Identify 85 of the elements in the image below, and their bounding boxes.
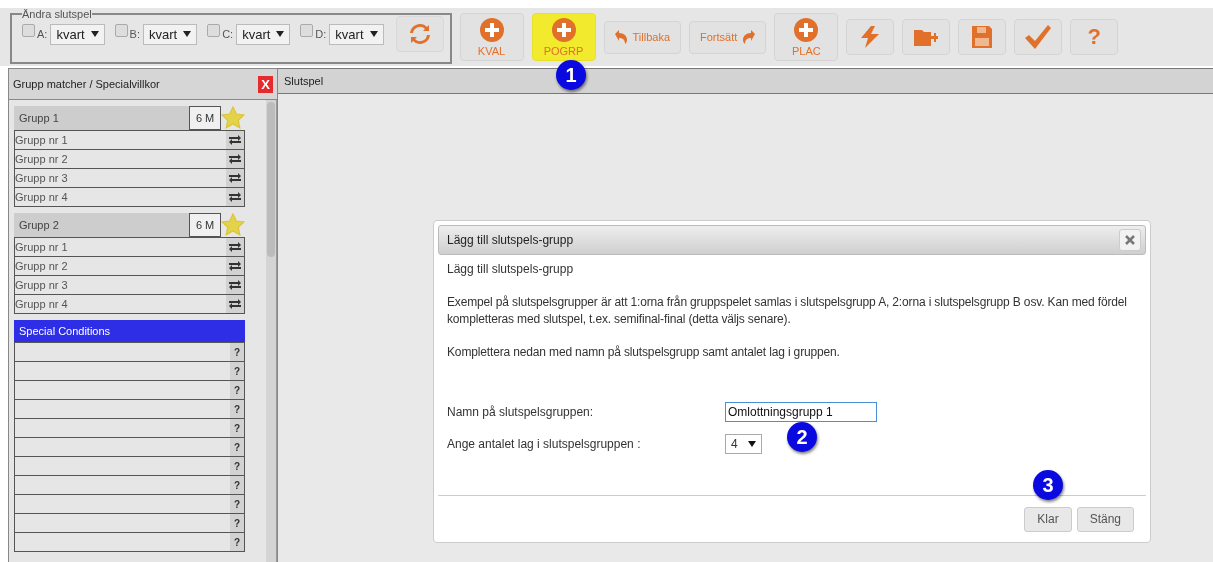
- done-button[interactable]: Klar: [1024, 506, 1072, 532]
- help-button[interactable]: ?: [230, 381, 245, 399]
- description-text: Komplettera nedan med namn på slutspelsgrupp samt antalet lag i gruppen.: [447, 344, 841, 361]
- slot-label: B:: [129, 28, 140, 40]
- close-button[interactable]: [1119, 229, 1141, 251]
- team-count-select[interactable]: 4: [725, 434, 762, 454]
- fieldset-legend: Ändra slutspel: [22, 8, 92, 20]
- swap-icon[interactable]: [229, 242, 242, 252]
- help-button[interactable]: ?: [230, 438, 245, 456]
- folder-plus-icon: [914, 28, 939, 46]
- panel-title: Grupp matcher / Specialvillkor: [13, 78, 160, 90]
- dialog-subtitle: Lägg till slutspels-grupp: [447, 261, 575, 278]
- round-select[interactable]: kvart: [143, 23, 198, 45]
- refresh-button[interactable]: [395, 16, 444, 52]
- help-button[interactable]: ?: [230, 343, 245, 361]
- group-row-label: Grupp nr 2: [15, 152, 68, 167]
- swap-icon[interactable]: [229, 280, 242, 290]
- round-select[interactable]: kvart: [50, 23, 105, 45]
- help-button[interactable]: ?: [230, 514, 245, 532]
- group-row-label: Grupp nr 1: [15, 133, 68, 148]
- save-button[interactable]: [958, 19, 1007, 55]
- help-button[interactable]: ?: [230, 495, 245, 513]
- plus-icon: [479, 17, 504, 42]
- special-conditions-header: Special Conditions: [14, 320, 246, 343]
- swap-icon[interactable]: [229, 154, 242, 164]
- group-row[interactable]: Grupp nr 4: [14, 295, 246, 314]
- description-text: Exempel på slutspelsgrupper är att 1:orna från gruppspelet samlas i slutspelsgrupp A, 2:orna i slutspelsgrupp B osv. Kan med fördel kompletteras med slutspel, t.ex. semifinal-final (detta väljs senare).: [447, 294, 1128, 328]
- group-row[interactable]: Grupp nr 2: [14, 257, 246, 276]
- plus-icon: [794, 17, 819, 42]
- swap-icon[interactable]: [229, 135, 242, 145]
- slot-label: D:: [315, 28, 327, 40]
- confirm-button[interactable]: [1014, 19, 1063, 55]
- help-button[interactable]: ?: [230, 457, 245, 475]
- group-row[interactable]: Grupp nr 4: [14, 188, 246, 207]
- close-icon: [1125, 235, 1135, 245]
- refresh-icon: [408, 24, 431, 44]
- help-button[interactable]: ?: [230, 476, 245, 494]
- panel-title: Slutspel: [284, 75, 324, 87]
- checkmark-icon: [1025, 25, 1052, 49]
- close-button[interactable]: X: [258, 75, 273, 93]
- slot-label: A:: [37, 28, 48, 40]
- checkbox[interactable]: [207, 23, 221, 37]
- group-row-label: Grupp nr 4: [15, 297, 68, 312]
- match-count: 6 M: [189, 213, 222, 237]
- group-header[interactable]: Grupp 1: [14, 106, 190, 130]
- group-row-label: Grupp nr 1: [15, 240, 68, 255]
- help-button[interactable]: ?: [230, 362, 245, 380]
- help-button[interactable]: ?: [230, 419, 245, 437]
- group-row-label: Grupp nr 4: [15, 190, 68, 205]
- star-icon[interactable]: [221, 213, 246, 237]
- round-select[interactable]: kvart: [236, 23, 291, 45]
- group-header[interactable]: Grupp 2: [14, 213, 190, 237]
- scrollbar[interactable]: [266, 100, 277, 562]
- help-button[interactable]: ?: [230, 533, 245, 551]
- checkbox[interactable]: [114, 23, 128, 37]
- lightning-icon: [861, 26, 880, 48]
- star-icon[interactable]: [221, 106, 246, 130]
- group-row[interactable]: Grupp nr 1: [14, 130, 246, 150]
- checkbox[interactable]: [300, 23, 314, 37]
- group-row[interactable]: Grupp nr 3: [14, 276, 246, 295]
- plus-icon: [551, 17, 576, 42]
- match-count: 6 M: [189, 106, 222, 130]
- swap-icon[interactable]: [229, 192, 242, 202]
- lightning-button[interactable]: [846, 19, 895, 55]
- field-label: Ange antalet lag i slutspelsgruppen :: [447, 437, 642, 451]
- group-row-label: Grupp nr 2: [15, 259, 68, 274]
- dialog-title: Lägg till slutspels-grupp: [447, 233, 574, 247]
- close-dialog-button[interactable]: Stäng: [1076, 506, 1134, 532]
- swap-icon[interactable]: [229, 261, 242, 271]
- undo-icon: [614, 30, 627, 44]
- swap-icon[interactable]: [229, 299, 242, 309]
- group-row[interactable]: Grupp nr 3: [14, 169, 246, 188]
- redo-icon: [743, 30, 756, 44]
- group-row[interactable]: Grupp nr 1: [14, 237, 246, 257]
- help-button[interactable]: ?: [230, 400, 245, 418]
- name-input[interactable]: Omlottningsgrupp 1: [725, 402, 877, 422]
- add-folder-button[interactable]: [902, 19, 951, 55]
- group-row[interactable]: Grupp nr 2: [14, 150, 246, 169]
- round-select[interactable]: kvart: [329, 23, 384, 45]
- group-row-label: Grupp nr 3: [15, 278, 68, 293]
- checkbox[interactable]: [22, 23, 35, 37]
- swap-icon[interactable]: [229, 173, 242, 183]
- group-row-label: Grupp nr 3: [15, 171, 68, 186]
- slot-label: C:: [222, 28, 234, 40]
- field-label: Namn på slutspelsgruppen:: [447, 405, 595, 419]
